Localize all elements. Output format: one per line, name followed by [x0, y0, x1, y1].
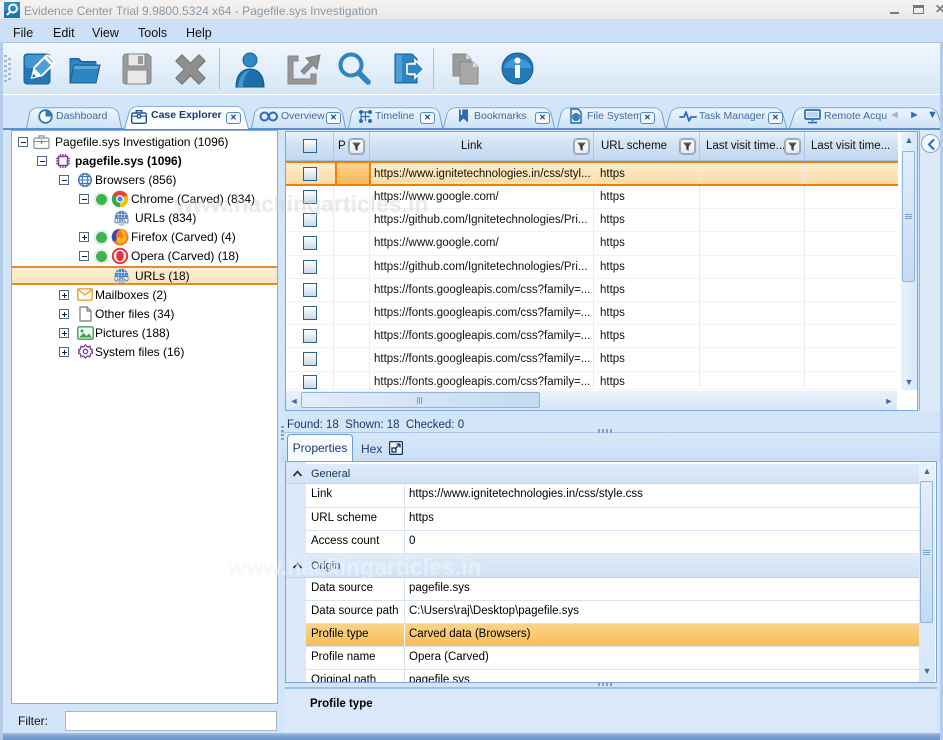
svg-text:URL: URL [117, 276, 126, 281]
svg-text:URL: URL [117, 218, 126, 223]
